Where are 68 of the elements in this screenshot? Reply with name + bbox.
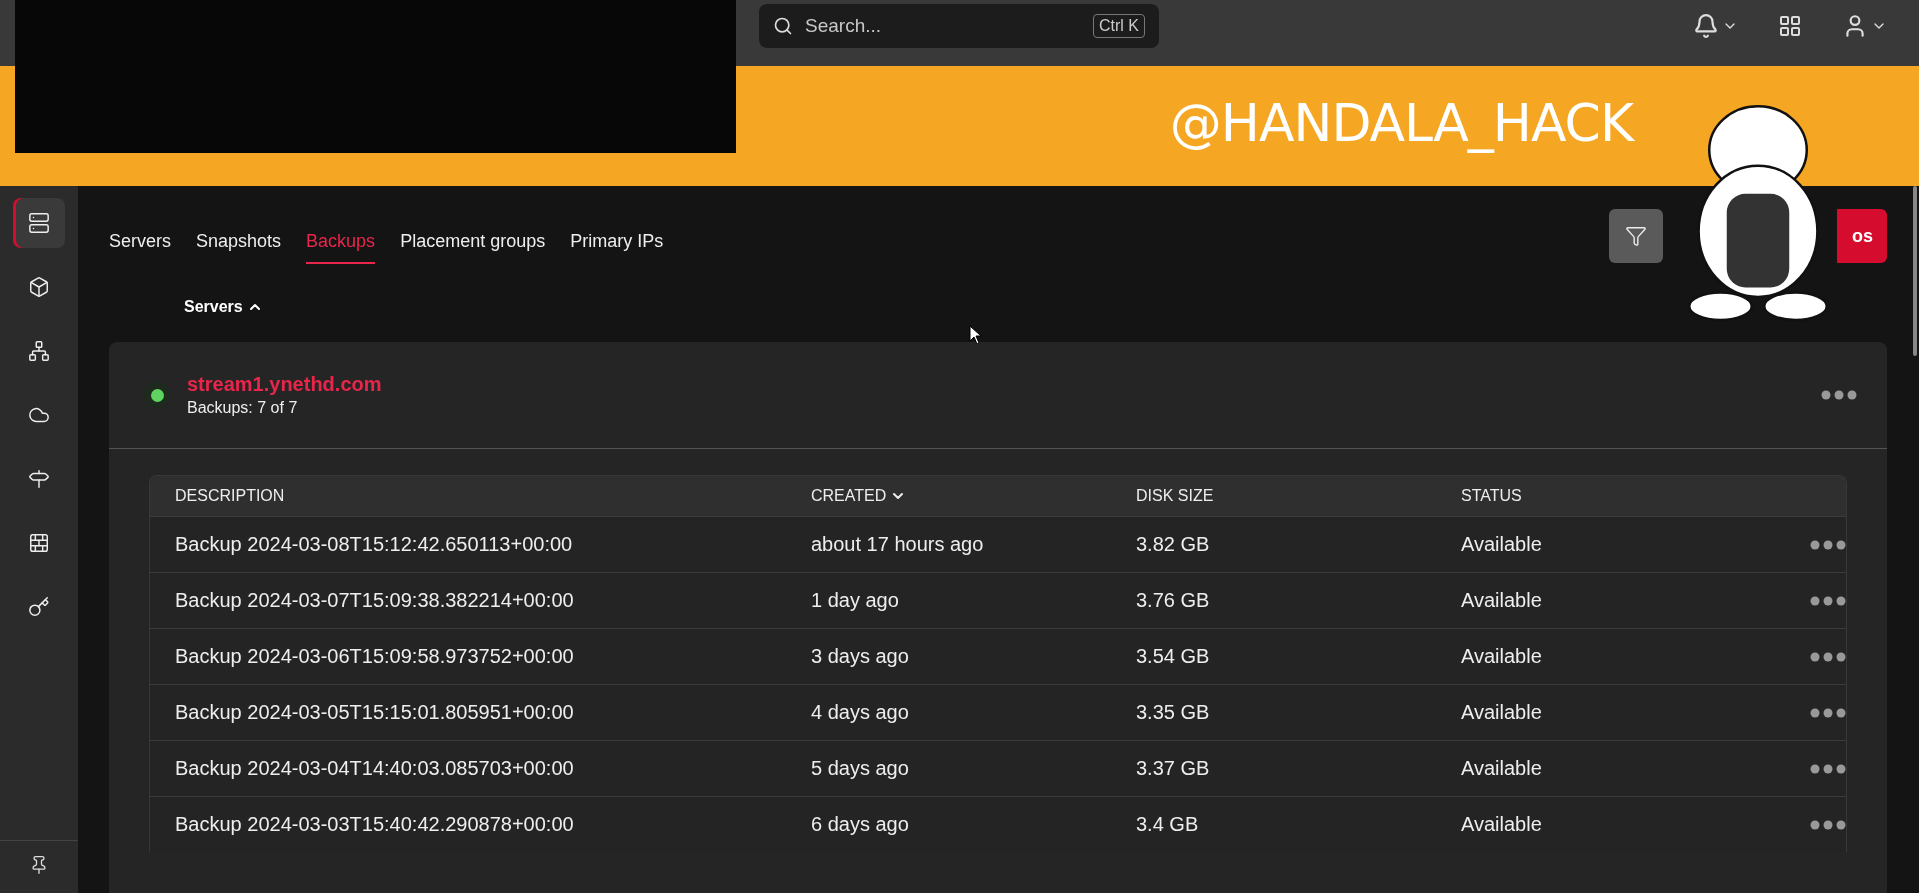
tab[interactable]: Placement groups [400, 220, 546, 264]
row-menu-button[interactable] [1810, 651, 1846, 662]
shortcut-hint: Ctrl K [1093, 14, 1145, 38]
ellipsis-icon [1810, 595, 1846, 606]
table-cell-text: Backup 2024-03-06T15:09:58.973752+00:00 [175, 645, 575, 668]
row-menu-button[interactable] [1810, 763, 1846, 774]
ellipsis-icon [1810, 707, 1846, 718]
ellipsis-icon [1810, 651, 1846, 662]
table-cell-text: Available [1461, 589, 1543, 612]
table-cell-text: Backup 2024-03-07T15:09:38.382214+00:00 [175, 589, 575, 612]
tab[interactable]: Snapshots [196, 220, 282, 264]
table-cell-text: Backup 2024-03-03T15:40:42.290878+00:00 [175, 813, 575, 836]
table-cell-text: Available [1461, 533, 1543, 556]
table-cell-text: 3 days ago [811, 645, 910, 668]
filter-icon [1625, 225, 1647, 247]
cube-icon [28, 276, 50, 298]
ellipsis-icon [1810, 539, 1846, 550]
scrollbar[interactable] [1913, 186, 1917, 356]
row-menu-button[interactable] [1810, 707, 1846, 718]
row-menu-button[interactable] [1810, 819, 1846, 830]
table-cell-text: Backup 2024-03-04T14:40:03.085703+00:00 [175, 757, 575, 780]
table-cell-text: Available [1461, 645, 1543, 668]
ellipsis-icon [1810, 763, 1846, 774]
table-cell-text: 3.37 GB [1136, 757, 1211, 780]
table-cell-text: Available [1461, 701, 1543, 724]
table-cell-text: 3.82 GB [1136, 533, 1211, 556]
table-cell-text: Available [1461, 813, 1543, 836]
table-cell-text: 3.54 GB [1136, 645, 1211, 668]
table-cell-text: 1 day ago [811, 589, 900, 612]
tab[interactable]: Primary IPs [570, 220, 664, 264]
primary-button[interactable]: os [1837, 209, 1887, 263]
banner-text: @HANDALA_HACK [1169, 93, 1633, 153]
more-button[interactable] [1821, 390, 1857, 400]
network-icon [28, 340, 50, 362]
sidebar-item[interactable] [13, 198, 65, 248]
tab[interactable]: Backups [306, 220, 376, 264]
server-link[interactable]: stream1.ynethd.com [187, 373, 382, 396]
tab[interactable]: Servers [109, 220, 171, 264]
table-cell-text: Backup 2024-03-08T15:12:42.650113+00:00 [175, 533, 574, 556]
brick-wall-icon [28, 532, 50, 554]
column-header[interactable]: STATUS [1461, 487, 1786, 505]
column-header[interactable]: DISK SIZE [1136, 487, 1461, 505]
search-icon [773, 16, 793, 36]
ellipsis-icon [1821, 390, 1857, 400]
ellipsis-icon [1810, 819, 1846, 830]
table-cell-text: 6 days ago [811, 813, 910, 836]
column-header[interactable]: DESCRIPTION [175, 487, 811, 505]
table-cell-text: Available [1461, 757, 1543, 780]
backup-count: Backups: 7 of 7 [187, 399, 299, 417]
row-menu-button[interactable] [1810, 595, 1846, 606]
server-icon [28, 212, 50, 234]
table-cell-text: 3.76 GB [1136, 589, 1211, 612]
key-icon [28, 596, 50, 618]
bell-icon [1693, 13, 1719, 39]
table-cell-text: 4 days ago [811, 701, 910, 724]
table-cell-text: about 17 hours ago [811, 533, 985, 556]
table-cell-text: Backup 2024-03-05T15:15:01.805951+00:00 [175, 701, 575, 724]
signpost-icon [28, 468, 50, 490]
grid-icon [1778, 14, 1802, 38]
table-cell-text: 5 days ago [811, 757, 910, 780]
filter-button[interactable] [1609, 209, 1663, 263]
table-cell-text: 3.4 GB [1136, 813, 1200, 836]
table-cell-text: 3.35 GB [1136, 701, 1211, 724]
row-menu-button[interactable] [1810, 539, 1846, 550]
column-header[interactable]: CREATED [811, 487, 1136, 505]
sort-button[interactable]: Servers [184, 298, 263, 316]
apps-grid-button[interactable] [1778, 14, 1802, 38]
cursor-icon [969, 325, 982, 345]
